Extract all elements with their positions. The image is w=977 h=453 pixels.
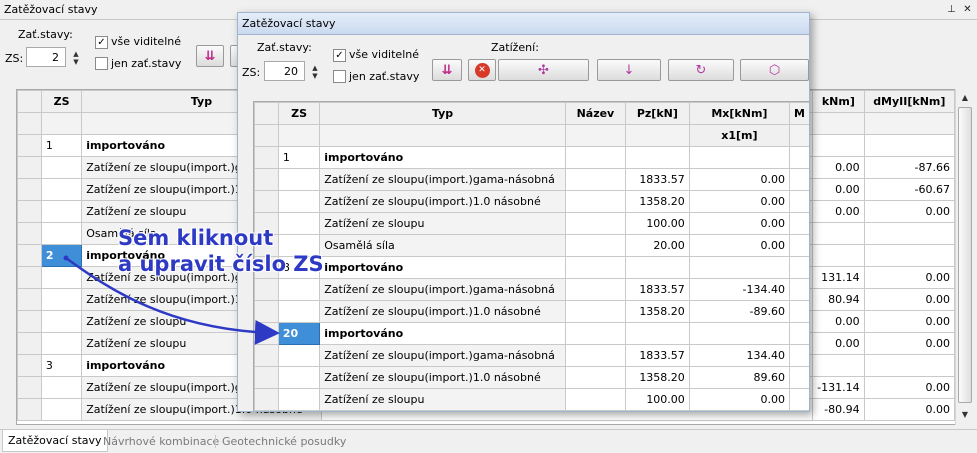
annotation-arrow-start [63,255,69,261]
annotation-arrow [63,255,280,345]
annotation-arrow-path [65,256,280,345]
